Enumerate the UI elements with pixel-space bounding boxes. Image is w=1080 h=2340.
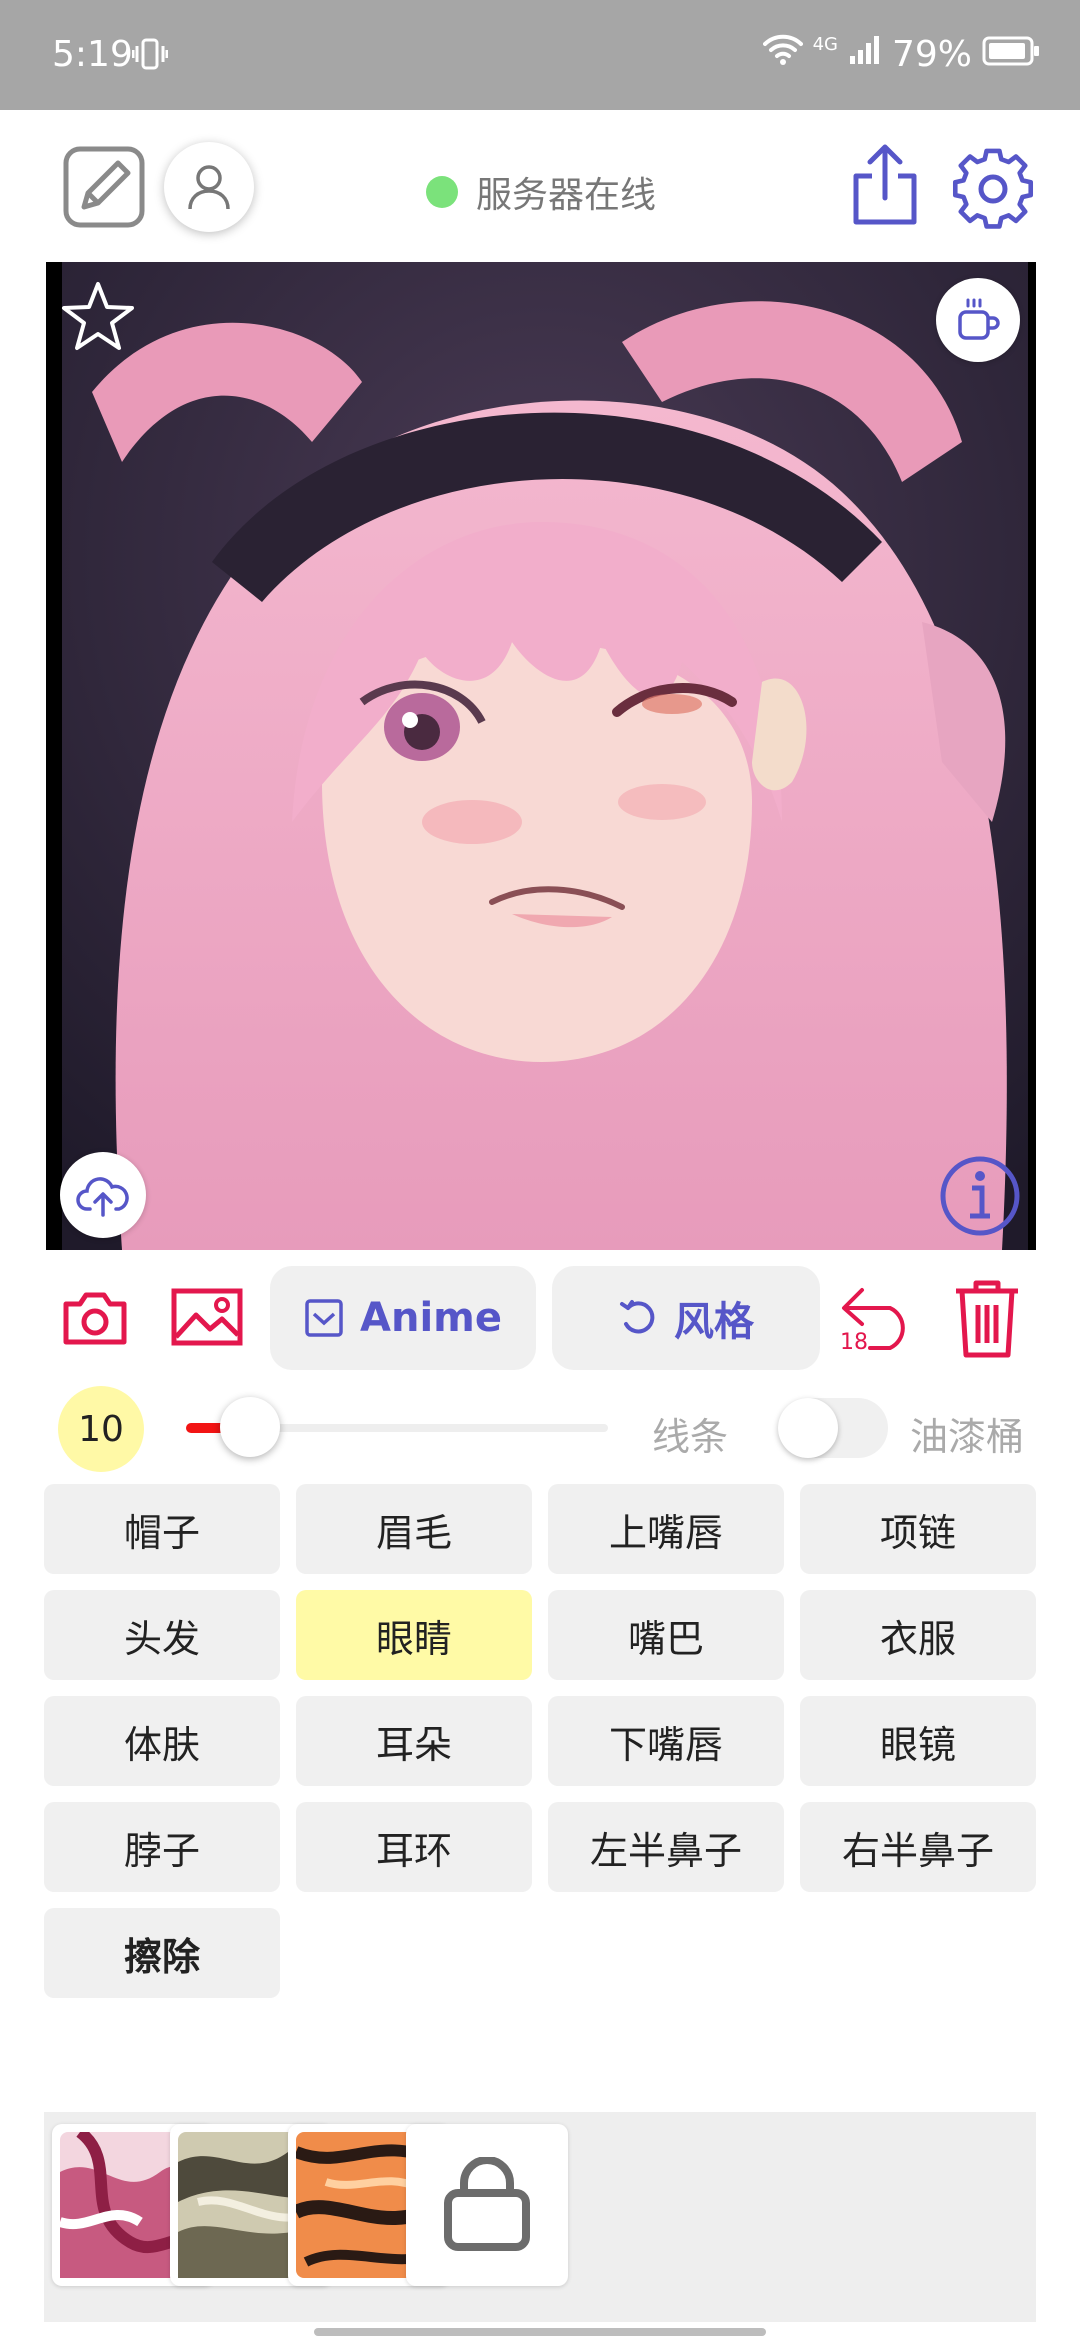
- generated-image: [62, 262, 1028, 1250]
- part-button-skin[interactable]: 体肤: [44, 1696, 280, 1786]
- user-icon: [188, 165, 230, 210]
- brush-size-badge[interactable]: 10: [58, 1386, 144, 1472]
- style-swatch-bar: [44, 2112, 1036, 2322]
- share-button[interactable]: [848, 142, 922, 228]
- part-button-eyebrows[interactable]: 眉毛: [296, 1484, 532, 1574]
- wifi-icon: [762, 34, 803, 75]
- part-button-left-nose[interactable]: 左半鼻子: [548, 1802, 784, 1892]
- part-button-mouth[interactable]: 嘴巴: [548, 1590, 784, 1680]
- battery-icon: [982, 34, 1040, 75]
- coffee-icon: [958, 298, 1000, 340]
- part-selector-grid: 帽子 眉毛 上嘴唇 项链 头发 眼睛 嘴巴 衣服 体肤 耳朵 下嘴唇 眼镜 脖子…: [44, 1484, 1036, 1998]
- part-button-necklace[interactable]: 项链: [800, 1484, 1036, 1574]
- server-status-dot: [426, 176, 458, 208]
- settings-button[interactable]: [952, 148, 1034, 230]
- vibrate-icon: [131, 38, 169, 74]
- part-button-eyes[interactable]: 眼睛: [296, 1590, 532, 1680]
- part-button-neck[interactable]: 脖子: [44, 1802, 280, 1892]
- share-icon: [853, 144, 917, 225]
- part-button-ears[interactable]: 耳朵: [296, 1696, 532, 1786]
- star-icon: [62, 282, 134, 350]
- server-status-label: 服务器在线: [476, 175, 657, 216]
- info-icon: [940, 1156, 1020, 1236]
- brush-size-slider-knob[interactable]: [220, 1397, 280, 1457]
- part-button-lower-lip[interactable]: 下嘴唇: [548, 1696, 784, 1786]
- gear-icon: [952, 148, 1034, 229]
- part-button-right-nose[interactable]: 右半鼻子: [800, 1802, 1036, 1892]
- part-button-clothes[interactable]: 衣服: [800, 1590, 1036, 1680]
- delete-button[interactable]: [950, 1276, 1024, 1360]
- style-store-button[interactable]: [406, 2124, 568, 2286]
- camera-icon: [63, 1292, 127, 1345]
- favorite-button[interactable]: [60, 278, 136, 354]
- bucket-toggle-knob[interactable]: [778, 1398, 838, 1458]
- style-label: 风格: [674, 1299, 754, 1345]
- part-button-upper-lip[interactable]: 上嘴唇: [548, 1484, 784, 1574]
- top-bar: 服务器在线: [0, 110, 1080, 260]
- drawing-canvas[interactable]: [46, 262, 1036, 1250]
- network-type: 4G: [812, 34, 838, 55]
- user-account-button[interactable]: [164, 142, 254, 232]
- status-time: 5:19: [52, 34, 133, 75]
- cloud-upload-icon: [76, 1177, 129, 1217]
- signal-icon: [848, 34, 882, 75]
- trash-icon: [956, 1280, 1018, 1358]
- gallery-button[interactable]: [170, 1286, 244, 1348]
- bucket-label: 油漆桶: [910, 1415, 1025, 1459]
- server-status: 服务器在线: [426, 166, 656, 218]
- part-button-glasses[interactable]: 眼镜: [800, 1696, 1036, 1786]
- home-indicator[interactable]: [314, 2328, 766, 2336]
- part-button-earrings[interactable]: 耳环: [296, 1802, 532, 1892]
- info-button[interactable]: [938, 1154, 1022, 1238]
- checkbox-icon: [305, 1299, 343, 1337]
- sketch-button[interactable]: [62, 145, 146, 229]
- model-select-button[interactable]: Anime: [270, 1266, 536, 1370]
- status-bar: 5:19 4G 79%: [0, 0, 1080, 110]
- lines-label: 线条: [652, 1415, 729, 1459]
- coffee-button[interactable]: [936, 278, 1020, 362]
- model-select-label: Anime: [360, 1295, 502, 1341]
- sketch-icon: [63, 146, 145, 228]
- refresh-icon: [620, 1300, 655, 1334]
- image-icon: [171, 1288, 243, 1346]
- part-button-erase[interactable]: 擦除: [44, 1908, 280, 1998]
- cloud-upload-button[interactable]: [60, 1152, 146, 1238]
- part-button-hair[interactable]: 头发: [44, 1590, 280, 1680]
- part-button-hat[interactable]: 帽子: [44, 1484, 280, 1574]
- battery-level: 79%: [891, 34, 972, 75]
- camera-button[interactable]: [62, 1288, 128, 1348]
- undo-count: 18: [840, 1330, 868, 1355]
- status-right: 4G 79%: [762, 34, 1040, 75]
- shopping-bag-icon: [444, 2157, 530, 2251]
- style-button[interactable]: 风格: [552, 1266, 820, 1370]
